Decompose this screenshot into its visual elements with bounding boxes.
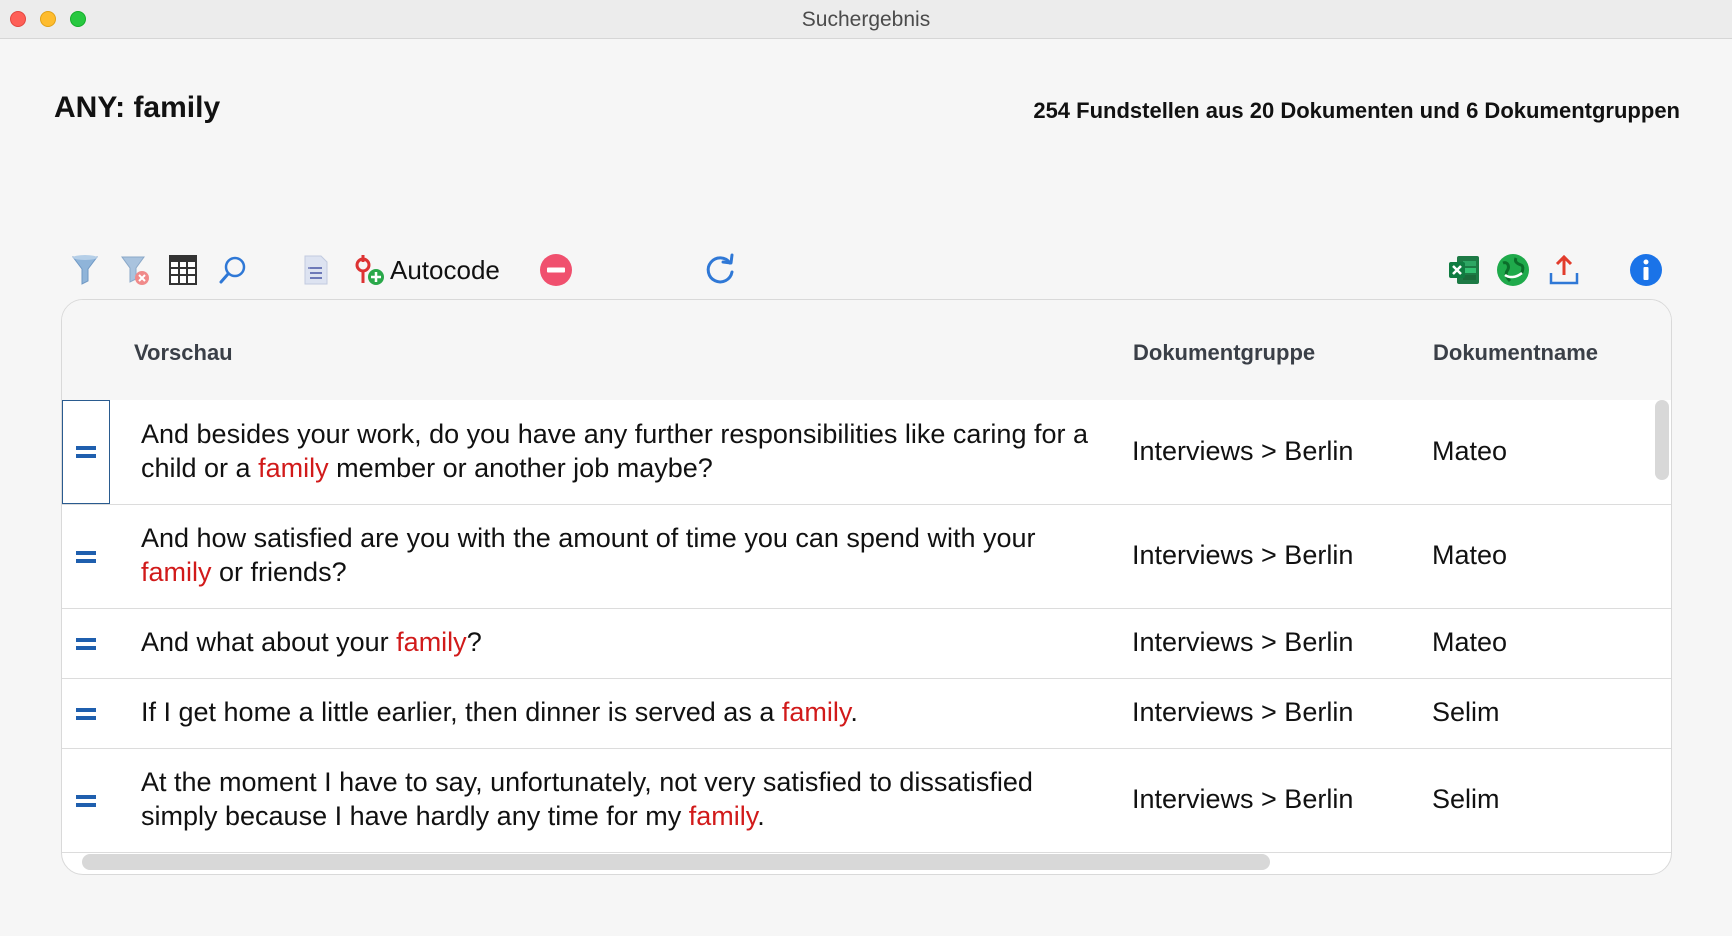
remove-icon[interactable] — [538, 250, 574, 290]
info-icon[interactable] — [1628, 250, 1664, 290]
table-row[interactable]: At the moment I have to say, unfortunate… — [62, 749, 1671, 853]
preview-text: And what about your family? — [141, 627, 482, 657]
table-header: Vorschau Dokumentgruppe Dokumentname — [62, 300, 1671, 400]
equals-icon — [76, 794, 96, 807]
search-hit: family — [141, 557, 212, 587]
column-header-document-name[interactable]: Dokumentname — [1433, 340, 1598, 366]
table-row[interactable]: If I get home a little earlier, then din… — [62, 679, 1671, 749]
document-name-cell: Mateo — [1432, 436, 1508, 466]
horizontal-scrollbar[interactable] — [82, 854, 1270, 870]
window-title: Suchergebnis — [801, 8, 931, 31]
toolbar: Autocode — [0, 250, 1732, 294]
document-name-cell: Selim — [1432, 697, 1500, 727]
equals-icon — [76, 446, 96, 458]
search-results-window: Suchergebnis ANY: family 254 Fundstellen… — [0, 0, 1732, 936]
table-row[interactable]: And what about your family? Interviews >… — [62, 609, 1671, 679]
row-marker[interactable] — [62, 400, 110, 504]
equals-icon — [76, 707, 96, 720]
autocode-label: Autocode — [390, 254, 500, 285]
refresh-icon[interactable] — [702, 250, 738, 290]
preview-text: And how satisfied are you with the amoun… — [141, 523, 1036, 587]
column-header-document-group[interactable]: Dokumentgruppe — [1133, 340, 1315, 366]
document-group-cell: Interviews > Berlin — [1132, 627, 1354, 657]
title-bar: Suchergebnis — [0, 0, 1732, 39]
search-hit: family — [688, 801, 758, 831]
autocode-icon — [355, 255, 384, 285]
document-group-cell: Interviews > Berlin — [1132, 436, 1354, 466]
row-marker[interactable] — [62, 749, 110, 852]
search-hit: family — [781, 697, 851, 727]
query-title: ANY: family — [54, 91, 221, 124]
document-group-cell: Interviews > Berlin — [1132, 697, 1354, 727]
row-marker[interactable] — [62, 609, 110, 678]
search-hit: family — [258, 453, 329, 483]
equals-icon — [76, 637, 96, 650]
row-marker[interactable] — [62, 505, 110, 608]
preview-text: At the moment I have to say, unfortunate… — [141, 767, 1033, 831]
document-group-cell: Interviews > Berlin — [1132, 784, 1354, 814]
row-marker[interactable] — [62, 679, 110, 748]
column-header-preview[interactable]: Vorschau — [134, 340, 233, 366]
preview-text: And besides your work, do you have any f… — [141, 419, 1088, 483]
results-table: Vorschau Dokumentgruppe Dokumentname And… — [61, 299, 1672, 875]
search-icon[interactable] — [217, 250, 249, 290]
table-row[interactable]: And besides your work, do you have any f… — [62, 400, 1671, 505]
columns-icon[interactable] — [167, 250, 199, 290]
search-hit: family — [396, 627, 467, 657]
document-list-icon[interactable] — [300, 250, 332, 290]
document-group-cell: Interviews > Berlin — [1132, 540, 1354, 570]
upload-export-icon[interactable] — [1546, 250, 1582, 290]
autocode-button[interactable]: Autocode — [352, 250, 508, 290]
vertical-scrollbar[interactable] — [1655, 400, 1669, 480]
results-summary: 254 Fundstellen aus 20 Dokumenten und 6 … — [1033, 98, 1680, 123]
document-name-cell: Mateo — [1432, 540, 1508, 570]
excel-export-icon[interactable] — [1446, 250, 1482, 290]
filter-icon[interactable] — [68, 250, 102, 290]
document-name-cell: Selim — [1432, 784, 1500, 814]
web-export-icon[interactable] — [1495, 250, 1531, 290]
equals-icon — [76, 550, 96, 563]
document-name-cell: Mateo — [1432, 627, 1508, 657]
clear-filter-icon[interactable] — [118, 250, 154, 290]
preview-text: If I get home a little earlier, then din… — [141, 697, 858, 727]
table-row[interactable]: And how satisfied are you with the amoun… — [62, 505, 1671, 609]
